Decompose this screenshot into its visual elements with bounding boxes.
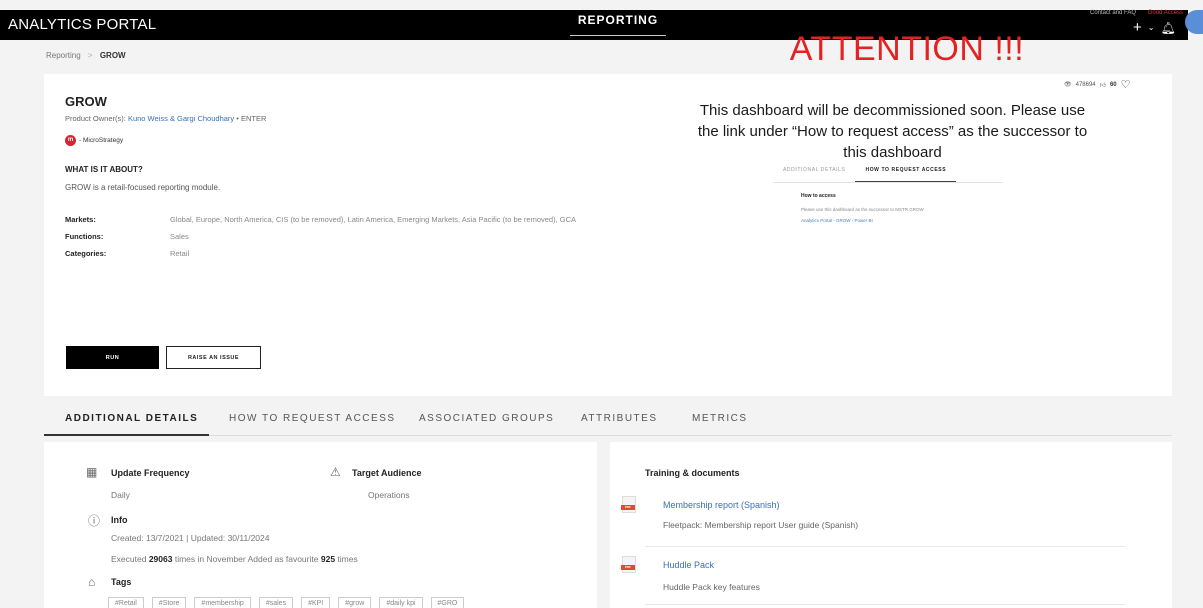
executed-prefix: Executed [111,554,147,564]
info-icon: ⓘ [88,514,101,528]
document-divider [645,604,1125,605]
pdf-icon: PDF [621,556,636,573]
training-documents-title: Training & documents [645,468,740,478]
breadcrumb-current: GROW [99,51,126,60]
tab-metrics[interactable]: METRICS [692,413,748,424]
categories-label: Categories: [65,249,107,258]
tab-additional-details[interactable]: ADDITIONAL DETAILS [65,413,198,424]
tag-chip[interactable]: #daily kpi [379,597,423,608]
meta-row-categories: Categories: Retail [65,249,576,266]
attention-inset-image: ADDITIONAL DETAILS HOW TO REQUEST ACCESS… [773,163,1003,253]
document-divider [645,546,1125,547]
platform-badge: m - MicroStrategy [65,135,123,146]
raise-issue-button[interactable]: RAISE AN ISSUE [166,346,261,369]
tags-label: Tags [111,577,132,587]
inset-tab-request-access: HOW TO REQUEST ACCESS [855,163,957,182]
attention-message: This dashboard will be decommissioned so… [697,102,1088,161]
meta-row-functions: Functions: Sales [65,232,576,249]
tag-chip[interactable]: #Store [151,597,187,608]
run-button[interactable]: RUN [66,346,159,369]
executed-suffix: times [337,554,358,564]
calendar-icon: ▦ [86,465,98,479]
breadcrumb-parent[interactable]: Reporting [46,51,81,60]
nav-active-underline [570,35,666,36]
tag-chip[interactable]: #membership [194,597,251,608]
header-mini-links: Contact and FAQ Good Access [1090,10,1183,16]
audience-icon: ⚠︎ [330,465,341,479]
document-description: Huddle Pack key features [663,582,760,592]
nav-reporting-label: REPORTING [577,13,659,27]
functions-value: Sales [170,232,189,241]
pdf-icon: PDF [621,496,636,513]
owner-separator: & [169,114,175,123]
document-link[interactable]: Huddle Pack [663,560,714,570]
document-link[interactable]: Membership report (Spanish) [663,500,780,510]
tab-associated-groups[interactable]: ASSOCIATED GROUPS [419,413,554,424]
owners-label: Product Owner(s): [65,114,126,123]
header-actions: + ⌄ 🔔︎ [1133,19,1176,36]
document-description: Fleetpack: Membership report User guide … [663,520,859,530]
plus-icon[interactable]: + [1133,19,1142,36]
details-panel: ▦ Update Frequency Daily ⚠︎ Target Audie… [44,442,597,608]
executed-mid: times in November Added as favourite [174,554,319,564]
info-dates: Created: 13/7/2021 | Updated: 30/11/2024 [111,533,270,543]
tag-chip[interactable]: #KPI [301,597,331,608]
execution-stats: Executed 29063 times in November Added a… [111,554,358,564]
tag-list: #Retail #Store #membership #sales #KPI #… [108,597,465,608]
microstrategy-icon: m [65,135,76,146]
breadcrumb-separator: > [87,51,93,60]
product-stats: 👁︎ 478694 👍︎ 60 ♡ [1064,78,1131,91]
update-frequency-label: Update Frequency [111,468,190,478]
owner-tail: • ENTER [236,114,267,123]
target-audience-value: Operations [368,490,410,500]
platform-label: - MicroStrategy [79,137,124,144]
detail-tabs: ADDITIONAL DETAILS HOW TO REQUEST ACCESS… [44,405,1172,436]
tab-attributes[interactable]: ATTRIBUTES [581,413,657,424]
inset-tab-details: ADDITIONAL DETAILS [783,167,846,173]
markets-value: Global, Europe, North America, CIS (to b… [170,215,576,224]
nav-reporting[interactable]: REPORTING [570,10,666,40]
meta-row-markets: Markets: Global, Europe, North America, … [65,215,576,232]
access-link[interactable]: Good Access [1148,10,1183,16]
tag-chip[interactable]: #GRO [430,597,465,608]
portal-logo[interactable]: ANALYTICS PORTAL [8,16,156,33]
favourite-count: 925 [320,554,336,564]
eye-icon: 👁︎ [1064,82,1072,88]
tag-chip[interactable]: #Retail [108,597,144,608]
user-avatar[interactable] [1185,10,1203,34]
functions-label: Functions: [65,232,104,241]
categories-value: Retail [170,249,190,258]
markets-label: Markets: [65,215,96,224]
tag-icon: ⌂ [88,575,96,589]
tab-how-to-request-access[interactable]: HOW TO REQUEST ACCESS [229,413,396,424]
product-meta: Markets: Global, Europe, North America, … [65,215,576,266]
product-owners: Product Owner(s): Kuno Weiss & Gargi Cho… [65,114,266,123]
inset-link: Analytics Portal - GROW - Power BI [801,218,873,223]
likes-count: 60 [1109,81,1117,88]
owner-link-2[interactable]: Gargi Choudhary [177,114,234,123]
breadcrumb: Reporting > GROW [46,51,126,60]
tag-chip[interactable]: #sales [258,597,294,608]
target-audience-label: Target Audience [352,468,422,478]
contact-faq-link[interactable]: Contact and FAQ [1090,10,1136,16]
bell-icon[interactable]: 🔔︎ [1160,21,1175,35]
about-heading: WHAT IS IT ABOUT? [65,165,143,174]
chevron-down-icon[interactable]: ⌄ [1148,23,1155,32]
inset-tabs: ADDITIONAL DETAILS HOW TO REQUEST ACCESS [773,163,1003,183]
inset-heading: How to access [801,193,836,199]
about-text: GROW is a retail-focused reporting modul… [65,183,221,192]
tag-chip[interactable]: #grow [338,597,372,608]
active-tab-underline [44,434,209,436]
page-title: GROW [65,94,107,109]
inset-text: Please use this dashboard as the success… [801,207,924,212]
executed-count: 29063 [148,554,173,564]
heart-icon[interactable]: ♡ [1121,78,1131,91]
training-documents-panel: Training & documents PDF Membership repo… [610,442,1172,608]
views-count: 478694 [1075,81,1096,88]
update-frequency-value: Daily [111,490,130,500]
thumbs-up-icon[interactable]: 👍︎ [1100,81,1106,89]
info-label: Info [111,515,128,525]
owner-link-1[interactable]: Kuno Weiss [128,114,168,123]
attention-heading: ATTENTION !!! [789,30,1025,68]
